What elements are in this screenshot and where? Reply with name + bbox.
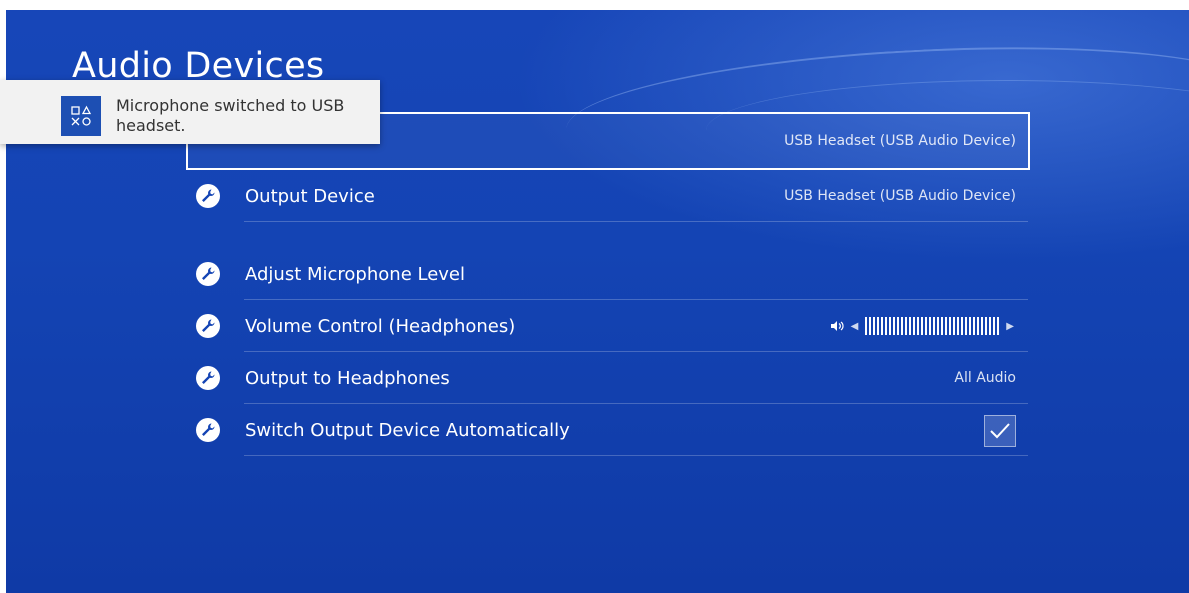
volume-bar: [981, 317, 984, 335]
setting-adjust-microphone-level[interactable]: Adjust Microphone Level: [188, 248, 1028, 300]
settings-list: USB Headset (USB Audio Device) Output De…: [186, 112, 1030, 456]
switch-output-automatically-checkbox[interactable]: [984, 415, 1016, 447]
volume-bar: [877, 317, 880, 335]
playstation-shapes-icon: [61, 96, 101, 136]
volume-bar: [905, 317, 908, 335]
volume-bar: [957, 317, 960, 335]
switch-output-automatically-label: Switch Output Device Automatically: [245, 419, 570, 441]
volume-decrease-arrow-icon[interactable]: ◀: [851, 321, 859, 332]
volume-bar: [953, 317, 956, 335]
volume-bar: [929, 317, 932, 335]
volume-bar: [989, 317, 992, 335]
volume-bar: [909, 317, 912, 335]
setting-volume-control[interactable]: Volume Control (Headphones) ◀ ▶: [188, 300, 1028, 352]
volume-bar: [949, 317, 952, 335]
volume-control-label: Volume Control (Headphones): [245, 315, 516, 337]
setting-output-to-headphones[interactable]: Output to Headphones All Audio: [188, 352, 1028, 404]
volume-bar: [893, 317, 896, 335]
volume-bar: [933, 317, 936, 335]
volume-bar: [921, 317, 924, 335]
adjust-microphone-level-label: Adjust Microphone Level: [245, 263, 465, 285]
volume-bar: [897, 317, 900, 335]
notification-message: Microphone switched to USB headset.: [116, 96, 345, 135]
volume-bar: [869, 317, 872, 335]
volume-bar: [969, 317, 972, 335]
volume-bar: [993, 317, 996, 335]
input-device-value: USB Headset (USB Audio Device): [784, 133, 1016, 149]
volume-bar: [881, 317, 884, 335]
volume-bar: [997, 317, 1000, 335]
output-to-headphones-label: Output to Headphones: [245, 367, 450, 389]
volume-bar: [885, 317, 888, 335]
wrench-icon: [196, 262, 220, 286]
volume-bar: [865, 317, 868, 335]
output-device-label: Output Device: [245, 185, 375, 207]
volume-bar: [873, 317, 876, 335]
output-to-headphones-value: All Audio: [954, 370, 1016, 386]
volume-bar: [937, 317, 940, 335]
volume-bar: [889, 317, 892, 335]
setting-output-device[interactable]: Output Device USB Headset (USB Audio Dev…: [188, 170, 1028, 222]
volume-bar: [985, 317, 988, 335]
notification-toast: Microphone switched to USB headset.: [0, 80, 380, 144]
setting-switch-output-automatically[interactable]: Switch Output Device Automatically: [188, 404, 1028, 456]
speaker-icon: [830, 317, 844, 336]
wrench-icon: [196, 314, 220, 338]
divider: [244, 455, 1028, 456]
wrench-icon: [196, 366, 220, 390]
volume-bar: [941, 317, 944, 335]
volume-bar: [961, 317, 964, 335]
volume-bar: [917, 317, 920, 335]
volume-bar: [973, 317, 976, 335]
volume-bar: [977, 317, 980, 335]
volume-bar: [913, 317, 916, 335]
wrench-icon: [196, 418, 220, 442]
volume-slider[interactable]: ◀ ▶: [830, 317, 1014, 336]
volume-increase-arrow-icon[interactable]: ▶: [1006, 321, 1014, 332]
wrench-icon: [196, 184, 220, 208]
divider: [244, 221, 1028, 222]
volume-level-bars: [865, 317, 1000, 335]
volume-bar: [965, 317, 968, 335]
output-device-value: USB Headset (USB Audio Device): [784, 188, 1016, 204]
volume-bar: [901, 317, 904, 335]
checkmark-icon: [990, 423, 1010, 439]
volume-bar: [925, 317, 928, 335]
volume-bar: [945, 317, 948, 335]
